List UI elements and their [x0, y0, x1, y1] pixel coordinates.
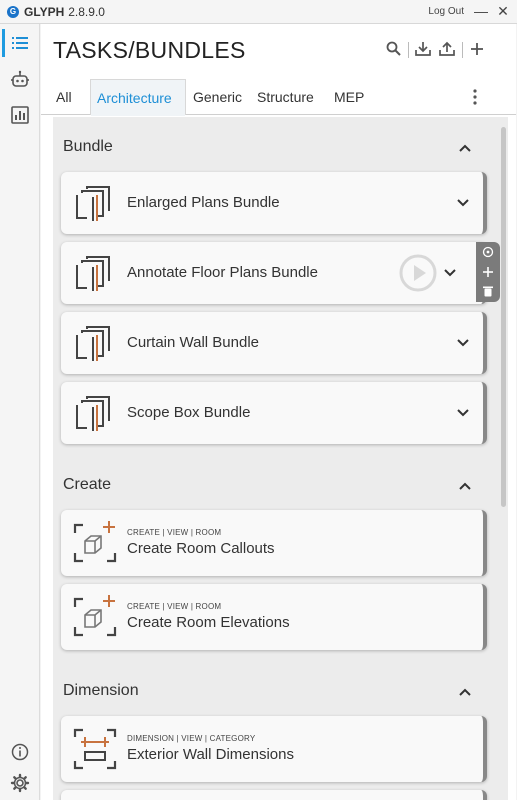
left-rail: [0, 24, 40, 800]
bundle-action-bar: [476, 242, 500, 302]
room-callout-icon: [73, 521, 117, 563]
chevron-up-icon[interactable]: [458, 479, 472, 493]
room-elevation-icon: [73, 595, 117, 637]
section-title-dimension: Dimension: [63, 682, 139, 699]
chevron-down-icon[interactable]: [443, 268, 457, 278]
task-title: Exterior Wall Dimensions: [127, 746, 294, 763]
task-list: Bundle Enlarged Plans Bundle Annotate Fl…: [53, 117, 508, 800]
list-icon[interactable]: [10, 33, 30, 53]
bundle-title: Enlarged Plans Bundle: [127, 194, 280, 211]
task-card[interactable]: [61, 790, 487, 800]
upload-icon[interactable]: [438, 40, 456, 58]
tab-structure[interactable]: Structure: [251, 79, 320, 115]
search-icon[interactable]: [385, 40, 403, 58]
robot-icon[interactable]: [10, 69, 30, 89]
tab-all[interactable]: All: [50, 79, 78, 115]
chevron-down-icon[interactable]: [456, 408, 470, 418]
category-tabs: All Architecture Generic Structure MEP: [41, 79, 516, 116]
bundle-card[interactable]: Enlarged Plans Bundle: [61, 172, 487, 234]
download-icon[interactable]: [414, 40, 432, 58]
chart-icon[interactable]: [10, 105, 30, 125]
tab-mep[interactable]: MEP: [328, 79, 370, 115]
plus-icon[interactable]: [468, 40, 486, 58]
bundle-icon: [76, 186, 110, 221]
bundle-card[interactable]: Scope Box Bundle: [61, 382, 487, 444]
dimension-icon: [73, 728, 117, 770]
bundle-card[interactable]: Annotate Floor Plans Bundle: [61, 242, 487, 304]
task-tags: CREATE | VIEW | ROOM: [127, 528, 222, 537]
task-title: Create Room Elevations: [127, 614, 290, 631]
chevron-down-icon[interactable]: [456, 198, 470, 208]
bundle-title: Annotate Floor Plans Bundle: [127, 264, 318, 281]
bundle-card[interactable]: Curtain Wall Bundle: [61, 312, 487, 374]
minimize-button[interactable]: —: [473, 3, 489, 19]
task-tags: DIMENSION | VIEW | CATEGORY: [127, 734, 256, 743]
gear-icon[interactable]: [10, 773, 30, 793]
section-title-bundle: Bundle: [63, 138, 113, 155]
header-divider: [462, 42, 463, 58]
tab-architecture[interactable]: Architecture: [90, 79, 186, 116]
bundle-icon: [76, 326, 110, 361]
task-tags: CREATE | VIEW | ROOM: [127, 602, 222, 611]
play-icon[interactable]: [398, 253, 438, 293]
app-version: 2.8.9.0: [68, 4, 105, 19]
section-title-create: Create: [63, 476, 112, 493]
task-title: Create Room Callouts: [127, 540, 275, 557]
header-divider: [408, 42, 409, 58]
task-card[interactable]: CREATE | VIEW | ROOM Create Room Callout…: [61, 510, 487, 576]
active-indicator: [2, 29, 5, 57]
more-options-icon[interactable]: [472, 87, 478, 107]
bundle-icon: [76, 396, 110, 431]
bundle-icon: [76, 256, 110, 291]
task-card[interactable]: CREATE | VIEW | ROOM Create Room Elevati…: [61, 584, 487, 650]
title-bar: G GLYPH 2.8.9.0 Log Out — ✕: [0, 0, 517, 24]
trash-icon[interactable]: [482, 285, 494, 297]
scrollbar[interactable]: [500, 117, 508, 800]
link-icon[interactable]: [482, 246, 494, 258]
glyph-logo-icon: G: [7, 5, 19, 18]
scrollbar-thumb[interactable]: [501, 127, 506, 507]
tab-generic[interactable]: Generic: [187, 79, 248, 115]
chevron-up-icon[interactable]: [458, 141, 472, 155]
info-icon[interactable]: [10, 742, 30, 762]
bundle-title: Scope Box Bundle: [127, 404, 251, 421]
app-name: GLYPH: [24, 4, 65, 19]
main-panel: TASKS/BUNDLES All Architecture Generic S…: [41, 24, 516, 800]
chevron-up-icon[interactable]: [458, 685, 472, 699]
logout-link[interactable]: Log Out: [428, 6, 464, 17]
task-card[interactable]: DIMENSION | VIEW | CATEGORY Exterior Wal…: [61, 716, 487, 782]
chevron-down-icon[interactable]: [456, 338, 470, 348]
page-title: TASKS/BUNDLES: [53, 37, 246, 63]
close-button[interactable]: ✕: [495, 3, 511, 19]
bundle-title: Curtain Wall Bundle: [127, 334, 260, 351]
add-icon[interactable]: [482, 266, 494, 278]
